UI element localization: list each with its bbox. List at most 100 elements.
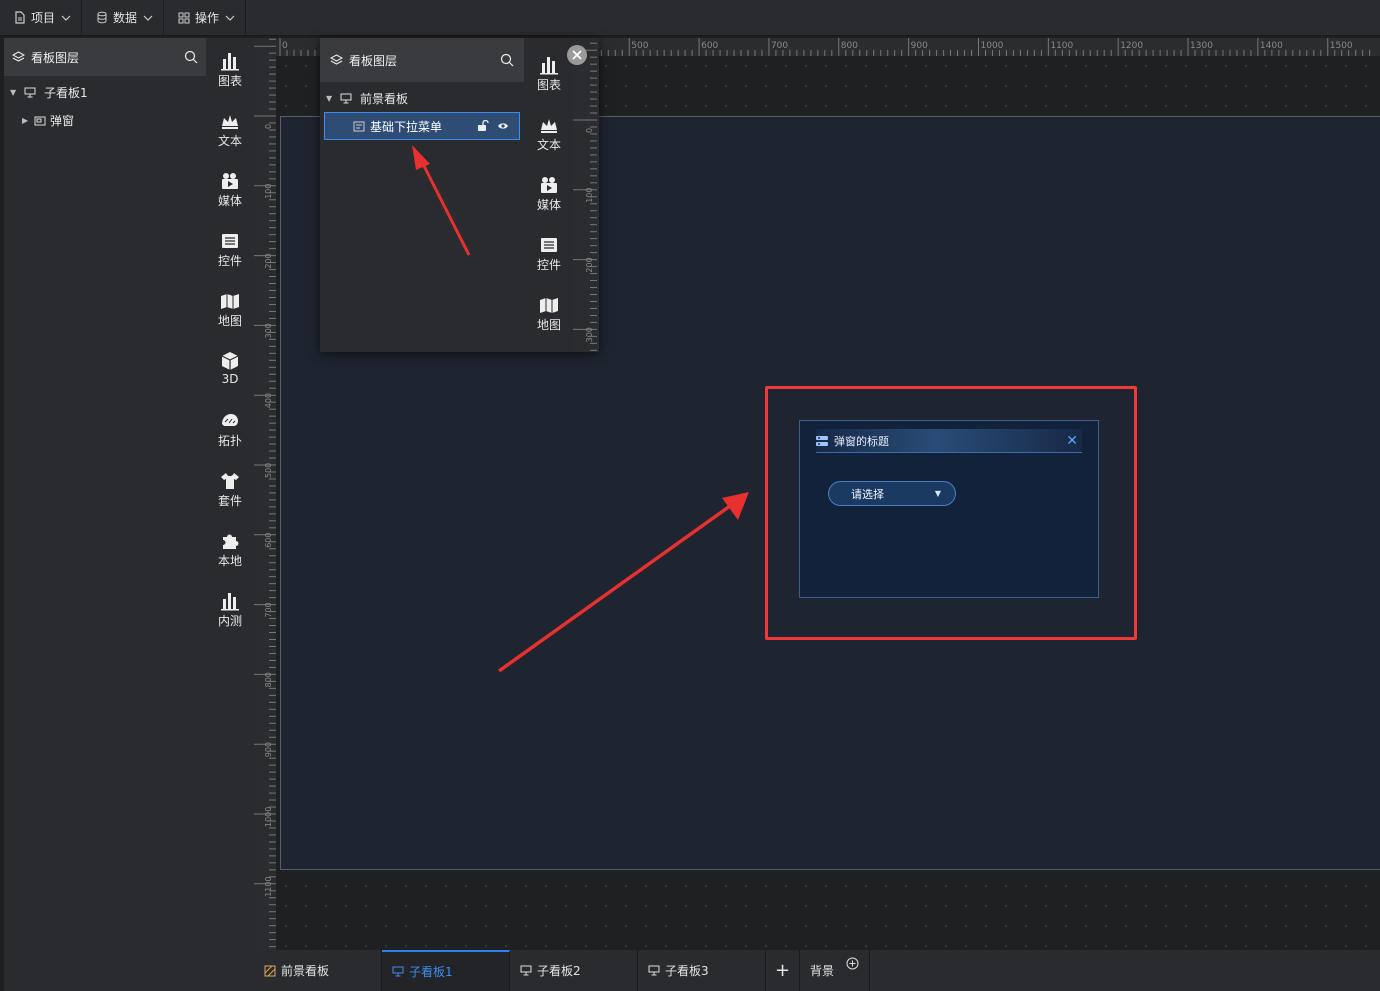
menu-operation[interactable]: 操作 <box>164 0 247 36</box>
map-icon <box>540 298 558 313</box>
menu-data[interactable]: 数据 <box>82 0 165 36</box>
search-icon[interactable] <box>500 53 514 67</box>
tree-item-popup[interactable]: ▶ 弹窗 <box>4 106 206 134</box>
tool-label: 图表 <box>217 74 242 88</box>
tab-label: 子看板2 <box>537 964 581 978</box>
ruler-tick-label: 300 <box>264 323 273 338</box>
ruler-tick-label: 700 <box>264 602 273 617</box>
layers-icon <box>330 54 343 65</box>
floating-layer-header: 看板图层 <box>320 38 524 82</box>
floating-layer-title: 看板图层 <box>349 53 398 68</box>
board-icon <box>392 966 404 977</box>
board-icon <box>340 93 352 103</box>
tool-text[interactable]: 文本 <box>206 104 254 160</box>
database-icon <box>97 11 107 24</box>
unlock-icon[interactable] <box>477 120 489 132</box>
expanded-triangle-icon[interactable]: ▼ <box>326 94 336 103</box>
tool-3d[interactable]: 3D <box>206 344 254 400</box>
menu-project[interactable]: 项目 <box>0 0 83 36</box>
tool-chart[interactable]: 图表 <box>206 44 254 100</box>
floating-toolbox: 图表 文本 媒体 控件 地图 <box>525 38 573 352</box>
tab-sub-board-1[interactable]: 子看板1 <box>382 950 510 991</box>
ruler-tick-label: 1500 <box>1330 41 1353 51</box>
dropdown-select[interactable]: 请选择 ▼ <box>828 481 956 506</box>
floating-layer-window[interactable]: 看板图层 ▼ 前景看板 基础下拉菜单 图表 文本 媒体 控件 地图 0 100 … <box>320 38 599 352</box>
tool-control[interactable]: 控件 <box>206 224 254 280</box>
board-tabs: 前景看板 子看板1 子看板2 子看板3 + 背景 <box>254 950 1380 991</box>
tool-label: 控件 <box>217 254 242 268</box>
tree-item-sub-board-1[interactable]: ▼ 子看板1 <box>4 78 206 106</box>
media-icon <box>222 173 238 189</box>
tool-label: 本地 <box>217 554 242 568</box>
tool-label: 图表 <box>536 78 561 92</box>
tab-label: 前景看板 <box>281 964 330 978</box>
tab-label: 子看板3 <box>665 964 709 978</box>
ruler-tick-label: 1200 <box>1120 41 1143 51</box>
tree-item-label: 前景看板 <box>360 91 409 106</box>
tool-media[interactable]: 媒体 <box>525 168 573 224</box>
tree-item-label: 子看板1 <box>44 85 88 100</box>
tool-topology[interactable]: 拓扑 <box>206 404 254 460</box>
dropdown-caret-icon: ▼ <box>934 489 941 498</box>
search-icon[interactable] <box>184 50 198 64</box>
ruler-tick-label: 1100 <box>264 876 273 896</box>
tool-label: 内测 <box>217 614 242 628</box>
chevron-down-icon <box>61 15 71 21</box>
ruler-tick-label: 1000 <box>264 807 273 827</box>
tool-label: 文本 <box>536 138 561 152</box>
tool-beta[interactable]: 内测 <box>206 584 254 640</box>
tree-item-foreground-board[interactable]: ▼ 前景看板 <box>320 84 524 112</box>
ruler-tick-label: 100 <box>585 188 594 203</box>
tab-label: 子看板1 <box>409 965 453 979</box>
ruler-tick-label: 0 <box>585 128 594 133</box>
file-icon <box>15 11 25 24</box>
puzzle-icon <box>223 534 239 549</box>
expanded-triangle-icon[interactable]: ▼ <box>10 88 20 97</box>
popup-window-widget[interactable]: 弹窗的标题 ✕ 请选择 ▼ <box>799 420 1099 598</box>
menu-project-label: 项目 <box>31 11 56 25</box>
ruler-tick-label: 600 <box>264 533 273 548</box>
tab-sub-board-3[interactable]: 子看板3 <box>638 950 766 991</box>
tool-map[interactable]: 地图 <box>525 288 573 344</box>
ruler-tick-label: 1000 <box>981 41 1004 51</box>
tab-background[interactable]: 背景 <box>800 950 870 991</box>
topology-icon <box>222 414 238 426</box>
tool-map[interactable]: 地图 <box>206 284 254 340</box>
tool-label: 地图 <box>536 318 561 332</box>
tool-media[interactable]: 媒体 <box>206 164 254 220</box>
tool-label: 媒体 <box>217 194 242 208</box>
add-board-button[interactable]: + <box>766 950 800 991</box>
popup-icon <box>34 116 46 125</box>
floating-layer-panel: 看板图层 ▼ 前景看板 基础下拉菜单 <box>320 38 524 352</box>
tree-item-label: 弹窗 <box>50 113 75 128</box>
popup-close-icon[interactable]: ✕ <box>1066 433 1078 449</box>
add-circle-icon[interactable] <box>846 957 859 970</box>
tool-text[interactable]: 文本 <box>525 108 573 164</box>
ruler-tick-label: 800 <box>264 672 273 687</box>
ruler-tick-label: 500 <box>631 41 648 51</box>
ruler-tick-label: 800 <box>841 41 858 51</box>
tab-sub-board-2[interactable]: 子看板2 <box>510 950 638 991</box>
bar-chart-icon <box>221 593 239 611</box>
crown-text-icon <box>222 115 238 129</box>
eye-icon[interactable] <box>497 121 509 131</box>
ruler-tick-label: 100 <box>264 184 273 199</box>
tab-label: 背景 <box>810 964 835 978</box>
tool-chart[interactable]: 图表 <box>525 48 573 104</box>
tab-foreground-board[interactable]: 前景看板 <box>254 950 382 991</box>
dropdown-placeholder: 请选择 <box>851 487 884 501</box>
tree-item-basic-dropdown[interactable]: 基础下拉菜单 <box>324 112 520 140</box>
collapsed-triangle-icon[interactable]: ▶ <box>22 116 32 125</box>
ruler-tick-label: 400 <box>264 393 273 408</box>
tree-item-label: 基础下拉菜单 <box>370 119 443 134</box>
tool-local[interactable]: 本地 <box>206 524 254 580</box>
component-icon <box>353 121 365 131</box>
shirt-icon <box>221 473 239 489</box>
close-icon[interactable] <box>567 45 587 65</box>
tool-label: 地图 <box>217 314 242 328</box>
ruler-vertical[interactable]: 0 100 200 300 400 500 600 700 800 900 1000 1100 <box>254 38 276 950</box>
floating-ruler: 0 100 200 300 <box>573 38 599 352</box>
ruler-tick-label: 300 <box>585 327 594 342</box>
tool-kit[interactable]: 套件 <box>206 464 254 520</box>
tool-control[interactable]: 控件 <box>525 228 573 284</box>
